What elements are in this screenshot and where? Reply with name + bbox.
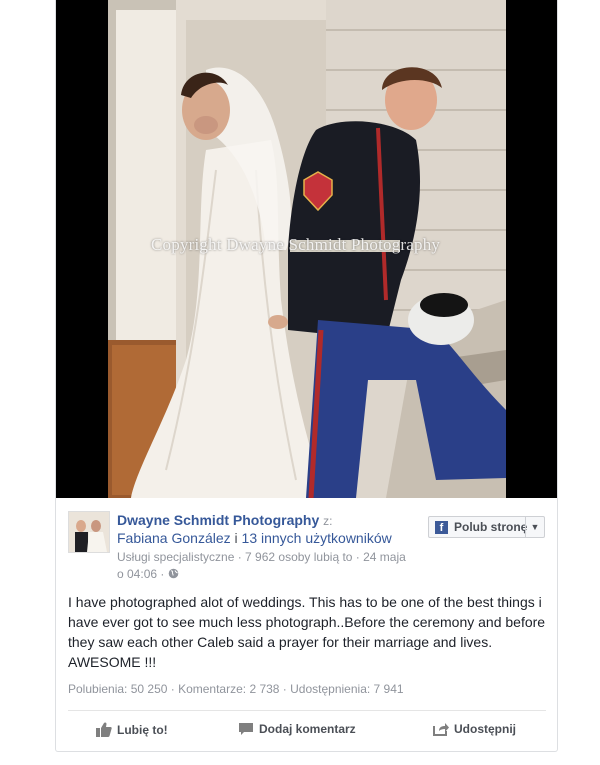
- facebook-f-icon: f: [435, 520, 448, 534]
- shared-by-line: Fabiana González i 13 innych użytkownikó…: [117, 530, 392, 546]
- comment-label: Dodaj komentarz: [259, 722, 356, 736]
- like-label: Lubię to!: [117, 722, 168, 737]
- share-label: Udostępnij: [454, 722, 516, 736]
- photo-watermark: Copyright Dwayne Schmidt Photography: [151, 235, 441, 254]
- share-button[interactable]: Udostępnij: [433, 722, 516, 736]
- comment-button[interactable]: Dodaj komentarz: [238, 722, 356, 736]
- post-stats[interactable]: Polubienia: 50 250 · Komentarze: 2 738 ·…: [68, 682, 404, 696]
- post-meta: Usługi specjalistyczne · 7 962 osoby lub…: [117, 549, 437, 583]
- meta-line-1: Usługi specjalistyczne · 7 962 osoby lub…: [117, 550, 406, 564]
- thumbs-up-icon: [96, 722, 112, 737]
- shared-by-first-link[interactable]: Fabiana González: [117, 530, 231, 546]
- shared-by-rest-link[interactable]: 13 innych użytkowników: [242, 530, 392, 546]
- from-label: z:: [323, 514, 333, 528]
- globe-icon: [168, 567, 179, 581]
- page-name-line: Dwayne Schmidt Photography z:: [117, 512, 332, 528]
- post-timestamp-link[interactable]: o 04:06 ·: [117, 567, 164, 581]
- post-card: Copyright Dwayne Schmidt Photography Dwa…: [55, 0, 558, 752]
- like-page-label: Polub stronę: [454, 520, 528, 534]
- actions-divider: [68, 710, 546, 711]
- share-icon: [433, 723, 449, 736]
- chevron-down-icon[interactable]: ▼: [525, 517, 544, 537]
- post-actions: Lubię to! Dodaj komentarz Udostępnij: [68, 722, 546, 742]
- post-photo[interactable]: Copyright Dwayne Schmidt Photography: [56, 0, 557, 498]
- meta-line-2-row: o 04:06 ·: [117, 566, 437, 583]
- page-avatar[interactable]: [68, 511, 110, 553]
- like-page-button[interactable]: f Polub stronę ▼: [428, 516, 545, 538]
- shared-by-separator: i: [230, 530, 242, 546]
- post-text: I have photographed alot of weddings. Th…: [68, 594, 546, 670]
- comment-icon: [239, 723, 253, 735]
- avatar-image: [69, 512, 109, 552]
- like-button[interactable]: Lubię to!: [96, 722, 168, 737]
- page-name-link[interactable]: Dwayne Schmidt Photography: [117, 512, 319, 528]
